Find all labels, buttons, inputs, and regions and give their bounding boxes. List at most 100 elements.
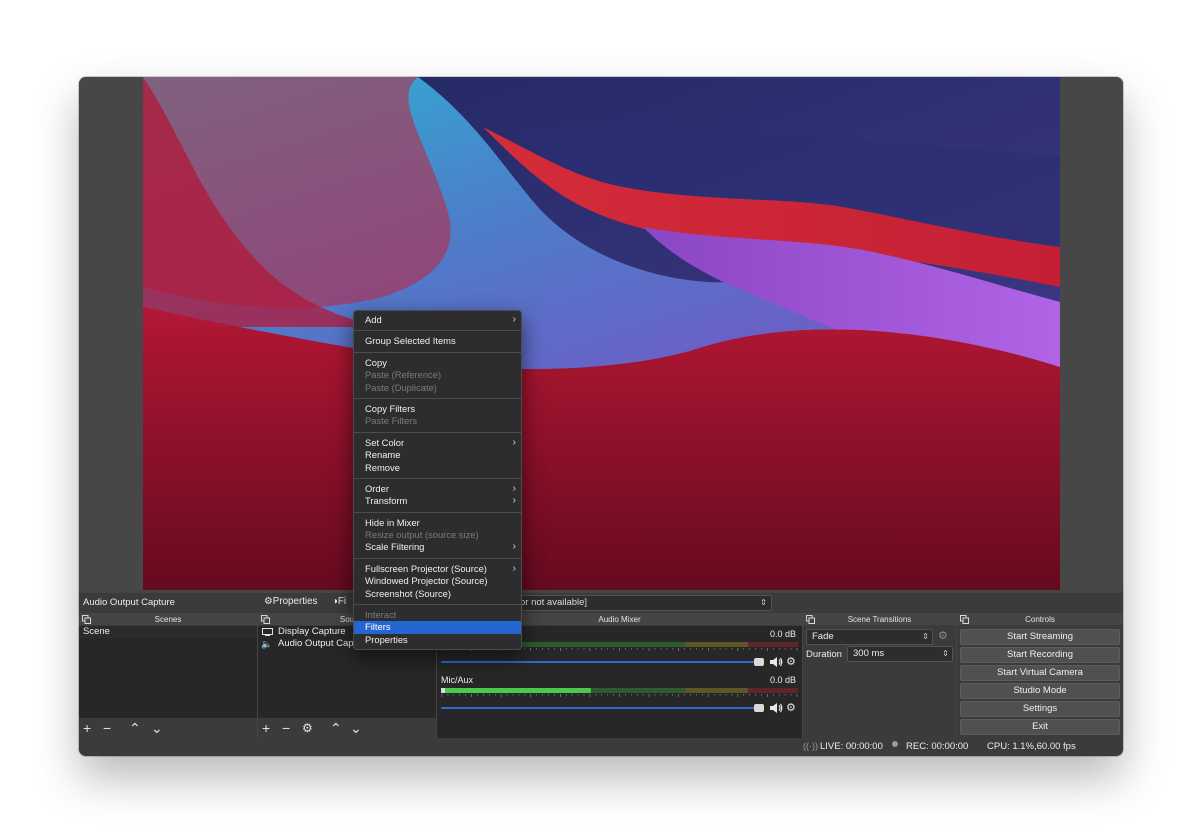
volume-fader[interactable]: ⚙ [441,702,798,714]
obs-window: Add › Group Selected Items Copy Paste (Refer… [79,77,1123,756]
rec-timer: REC: 00:00:00 [906,741,969,752]
broadcast-icon: ((·)) [803,741,818,751]
move-up-icon[interactable]: ⌃ [129,721,141,735]
menu-item-copy[interactable]: Copy [354,357,521,369]
menu-separator [354,604,521,606]
fader-knob[interactable] [754,704,764,712]
add-icon[interactable]: + [83,721,91,735]
menu-item-label: Scale Filtering [365,541,425,553]
menu-item-label: Add [365,314,382,325]
volume-meter [441,688,798,693]
menu-item-windowed-projector-source[interactable]: Windowed Projector (Source) [354,575,521,587]
controls-header: Controls [957,614,1123,625]
start-streaming-button[interactable]: Start Streaming [960,629,1120,645]
menu-item-label: Fullscreen Projector (Source) [365,562,487,574]
menu-item-resize-output-source-size: Resize output (source size) [354,529,521,541]
menu-item-label: Filters [365,621,391,633]
gear-icon[interactable]: ⚙ [302,721,313,735]
volume-fader[interactable]: ⚙ [441,656,798,668]
rec-indicator-icon [892,741,898,747]
source-context-menu[interactable]: Add › Group Selected Items Copy Paste (Refer… [353,310,522,651]
menu-item-scale-filtering[interactable]: Scale Filtering › [354,541,521,553]
status-bar: ((·)) LIVE: 00:00:00 REC: 00:00:00 CPU: … [79,738,1123,756]
menu-item-label: Resize output (source size) [365,529,479,541]
transition-select[interactable]: Fade ⇕ [806,629,933,645]
undock-icon[interactable] [82,615,91,624]
filters-button-label: Fi [337,596,347,607]
meter-peak [441,688,445,693]
meter-zone-red [748,642,798,647]
menu-separator [354,351,521,353]
preview-canvas[interactable] [143,77,1060,590]
menu-item-label: Copy Filters [365,402,416,414]
gear-icon[interactable]: ⚙ [786,702,798,714]
monitor-icon [262,628,273,636]
menu-item-set-color[interactable]: Set Color › [354,437,521,449]
meter-zone-red [748,688,798,693]
controls-title: Controls [1025,615,1055,624]
studio-mode-button[interactable]: Studio Mode [960,683,1120,699]
start-virtual-camera-button[interactable]: Start Virtual Camera [960,665,1120,681]
menu-item-copy-filters[interactable]: Copy Filters [354,403,521,415]
move-down-icon[interactable]: ⌄ [350,721,362,735]
preview-area[interactable]: Add › Group Selected Items Copy Paste (Refer… [79,77,1123,651]
exit-button[interactable]: Exit [960,719,1120,735]
scene-transitions-header: Scene Transitions [803,614,956,625]
move-down-icon[interactable]: ⌄ [151,721,163,735]
chevron-right-icon: › [512,562,516,574]
remove-icon[interactable]: − [103,721,111,735]
scene-transitions-dock: Scene Transitions Fade ⇕ ⚙ Duration 300 … [803,614,956,738]
sources-dock-title: Sou [339,615,355,624]
duration-input[interactable]: 300 ms ⇕ [847,646,953,662]
speaker-mute-icon[interactable] [769,656,783,668]
source-item-label: Display Capture [278,626,346,637]
stepper-arrows-icon[interactable]: ⇕ [940,648,951,660]
menu-separator [354,511,521,513]
gear-icon[interactable]: ⚙ [938,629,948,642]
menu-item-paste-reference: Paste (Reference) [354,369,521,381]
menu-item-order[interactable]: Order › [354,483,521,495]
scenes-list[interactable]: Scene [79,626,257,718]
device-select[interactable]: or not available] ⇕ [512,595,772,611]
menu-item-fullscreen-projector-source[interactable]: Fullscreen Projector (Source) › [354,563,521,575]
selected-source-name: Audio Output Capture [83,597,175,608]
cpu-fps-readout: CPU: 1.1%,60.00 fps [987,741,1076,752]
properties-button[interactable]: ⚙Properties [264,596,317,607]
chevron-right-icon: › [512,436,516,448]
track-db: 0.0 dB [769,675,796,685]
undock-icon[interactable] [261,615,270,624]
chevron-right-icon: › [512,314,516,325]
menu-item-group-selected-items[interactable]: Group Selected Items [354,335,521,347]
speaker-icon: 🔈 [261,639,273,649]
start-recording-button[interactable]: Start Recording [960,647,1120,663]
meter-zone-yellow [685,642,749,647]
gear-icon: ⚙ [264,596,273,607]
live-timer: LIVE: 00:00:00 [820,741,883,752]
filters-button[interactable]: ◑Fi [332,596,346,607]
chevron-right-icon: › [512,541,516,553]
remove-icon[interactable]: − [282,721,290,735]
undock-icon[interactable] [960,615,969,624]
menu-item-add[interactable]: Add › [354,314,521,326]
menu-item-label: Interact [365,609,397,621]
add-icon[interactable]: + [262,721,270,735]
menu-item-properties[interactable]: Properties [354,634,521,646]
undock-icon[interactable] [806,615,815,624]
scene-item[interactable]: Scene [79,626,257,638]
settings-button[interactable]: Settings [960,701,1120,717]
gear-icon[interactable]: ⚙ [786,656,798,668]
menu-item-rename[interactable]: Rename [354,449,521,461]
menu-item-screenshot-source[interactable]: Screenshot (Source) [354,588,521,600]
menu-item-remove[interactable]: Remove [354,462,521,474]
fader-knob[interactable] [754,658,764,666]
menu-item-transform[interactable]: Transform › [354,495,521,507]
menu-item-hide-in-mixer[interactable]: Hide in Mixer [354,517,521,529]
menu-item-paste-filters: Paste Filters [354,415,521,427]
duration-value: 300 ms [853,648,885,659]
speaker-mute-icon[interactable] [769,702,783,714]
menu-item-filters[interactable]: Filters [354,621,521,634]
move-up-icon[interactable]: ⌃ [330,721,342,735]
controls-dock: Controls Start Streaming Start Recording… [957,614,1123,738]
scenes-dock-title: Scenes [154,615,182,624]
menu-item-paste-duplicate: Paste (Duplicate) [354,382,521,394]
